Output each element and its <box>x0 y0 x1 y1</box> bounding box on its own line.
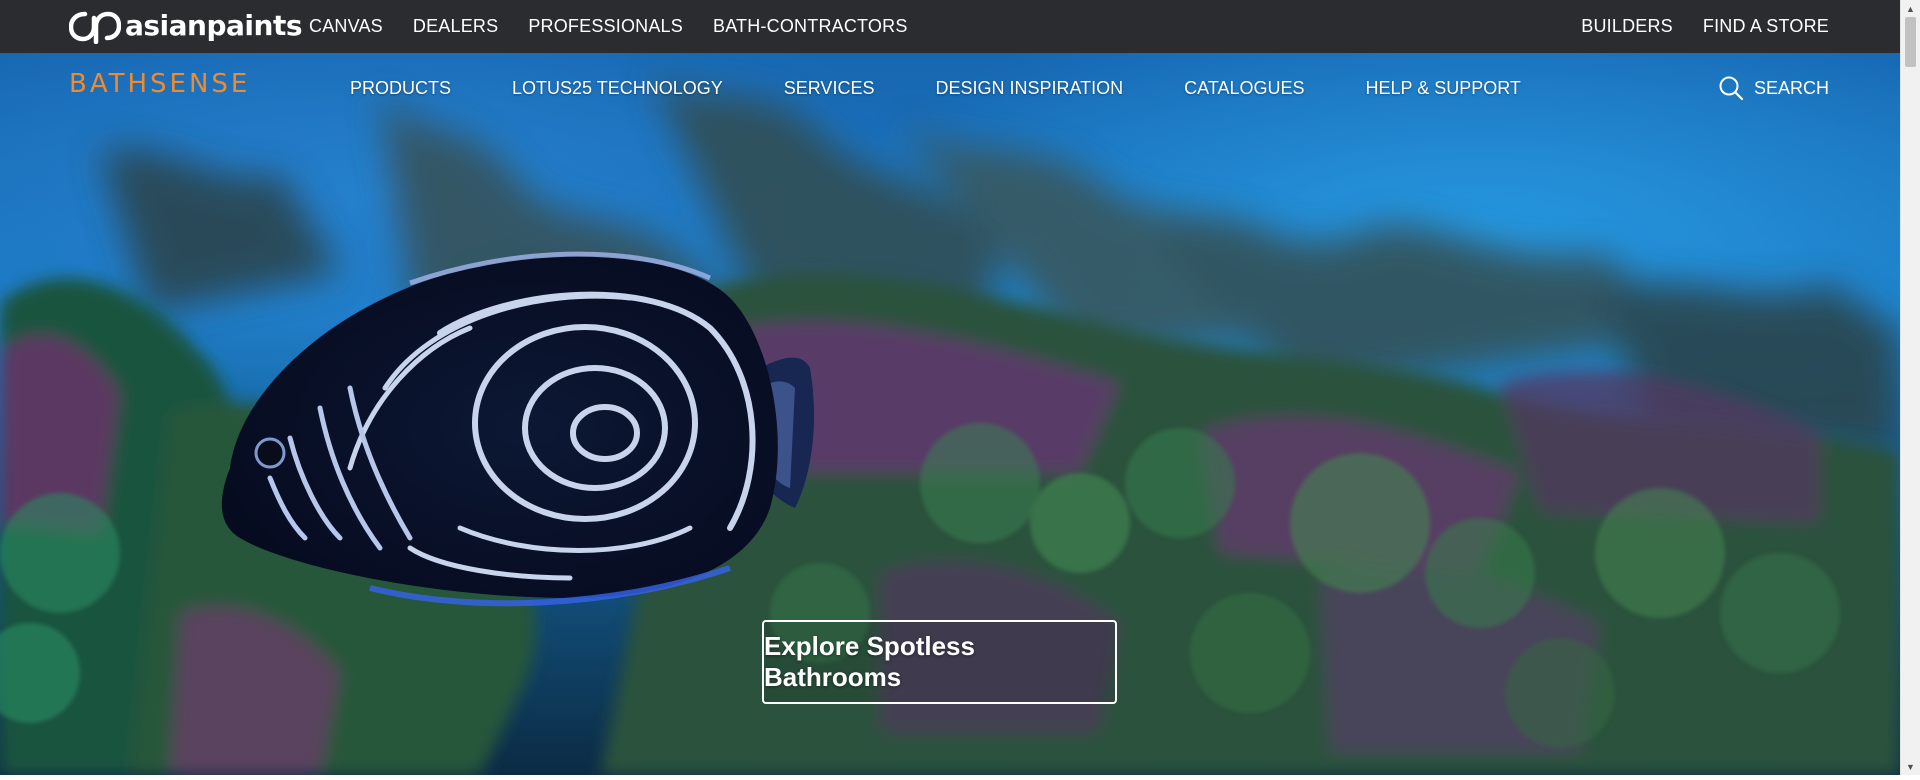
scroll-up-arrow-icon[interactable]: ▲ <box>1901 0 1920 17</box>
nav-item-products[interactable]: PRODUCTS <box>350 78 451 99</box>
top-nav-left: CANVAS DEALERS PROFESSIONALS BATH-CONTRA… <box>309 0 908 53</box>
scroll-down-arrow-icon[interactable]: ▼ <box>1901 758 1920 775</box>
search-label: SEARCH <box>1753 77 1829 98</box>
nav-item-services[interactable]: SERVICES <box>784 78 875 99</box>
asianpaints-logo-mark-icon <box>69 11 121 44</box>
top-link-bath-contractors[interactable]: BATH-CONTRACTORS <box>713 16 908 37</box>
top-utility-bar: asianpaints CANVAS DEALERS PROFESSIONALS… <box>0 0 1900 53</box>
top-nav-right: BUILDERS FIND A STORE <box>1581 0 1829 53</box>
nav-item-catalogues[interactable]: CATALOGUES <box>1184 78 1304 99</box>
bathsense-menu: PRODUCTS LOTUS25 TECHNOLOGY SERVICES DES… <box>350 53 1521 123</box>
explore-spotless-bathrooms-button[interactable]: Explore Spotless Bathrooms <box>762 620 1117 704</box>
top-link-dealers[interactable]: DEALERS <box>413 16 498 37</box>
bathsense-logo[interactable]: BATHSENSE <box>69 69 250 99</box>
search-icon <box>1719 76 1744 101</box>
page: asianpaints CANVAS DEALERS PROFESSIONALS… <box>0 0 1920 780</box>
top-link-professionals[interactable]: PROFESSIONALS <box>528 16 683 37</box>
nav-item-design-inspiration[interactable]: DESIGN INSPIRATION <box>935 78 1123 99</box>
search-button[interactable]: SEARCH <box>1718 53 1829 123</box>
nav-item-help-support[interactable]: HELP & SUPPORT <box>1366 78 1521 99</box>
scrollbar-thumb[interactable] <box>1905 17 1916 67</box>
asianpaints-logo[interactable]: asianpaints <box>69 8 303 44</box>
bathsense-nav: BATHSENSE PRODUCTS LOTUS25 TECHNOLOGY SE… <box>0 53 1900 123</box>
top-link-find-a-store[interactable]: FIND A STORE <box>1703 16 1829 37</box>
nav-item-lotus25-technology[interactable]: LOTUS25 TECHNOLOGY <box>512 78 723 99</box>
asianpaints-wordmark: asianpaints <box>125 9 303 42</box>
page-scrollbar[interactable]: ▲ ▼ <box>1900 0 1920 775</box>
top-link-canvas[interactable]: CANVAS <box>309 16 383 37</box>
bottom-strip <box>0 775 1920 780</box>
top-link-builders[interactable]: BUILDERS <box>1581 16 1673 37</box>
